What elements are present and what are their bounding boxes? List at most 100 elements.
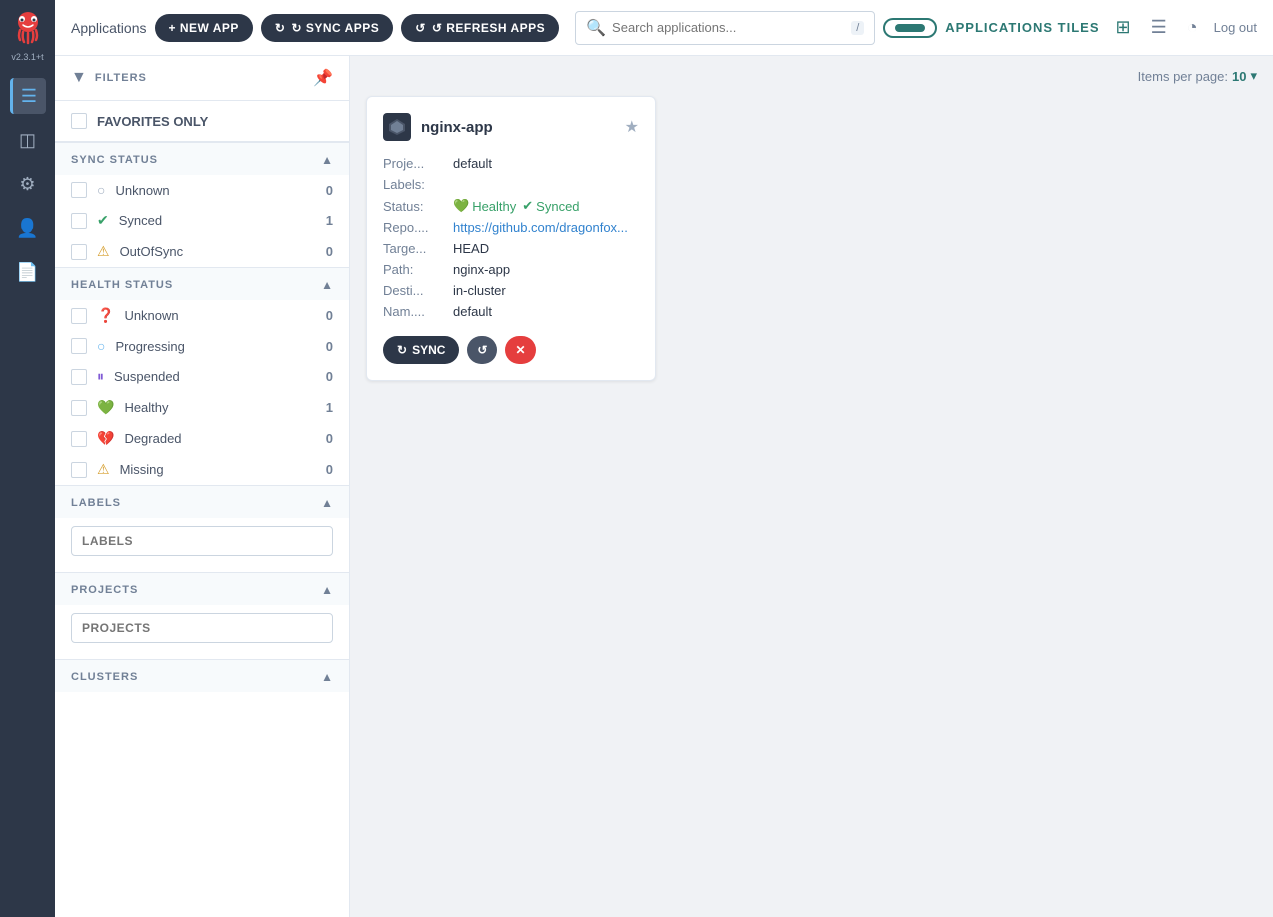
grid-view-button[interactable]: ⊞ [1112, 13, 1135, 42]
sidebar-item-layers[interactable]: ◫ [10, 122, 46, 158]
health-unknown-checkbox[interactable] [71, 308, 87, 324]
health-healthy-checkbox[interactable] [71, 400, 87, 416]
sync-synced-checkbox[interactable] [71, 213, 87, 229]
health-healthy-row: 💚 Healthy 1 [55, 392, 349, 423]
delete-button[interactable]: ✕ [505, 336, 535, 364]
card-row-labels: Labels: [383, 174, 639, 195]
sidebar: v2.3.1+t ☰ ◫ ⚙ 👤 📄 [0, 0, 55, 917]
path-val: nginx-app [453, 262, 510, 277]
card-row-path: Path: nginx-app [383, 259, 639, 280]
project-val: default [453, 156, 492, 171]
new-app-button[interactable]: + NEW APP [155, 14, 253, 42]
topbar: Applications + NEW APP ↻ ↻ SYNC APPS ↺ ↺… [55, 0, 1273, 56]
sync-unknown-checkbox[interactable] [71, 182, 87, 198]
logout-button[interactable]: Log out [1214, 20, 1257, 35]
sidebar-item-settings[interactable]: ⚙ [10, 166, 46, 202]
projects-toggle[interactable]: ▲ [321, 583, 333, 597]
labels-title: LABELS [71, 497, 121, 509]
sync-icon: ↻ [275, 21, 286, 35]
health-degraded-checkbox[interactable] [71, 431, 87, 447]
app-logo[interactable] [8, 8, 48, 48]
apps-area: Items per page: 10 ▾ [350, 56, 1273, 917]
refresh-icon: ↺ [415, 21, 426, 35]
clusters-title: CLUSTERS [71, 671, 138, 683]
sync-outofsync-row: ⚠ OutOfSync 0 [55, 236, 349, 267]
degraded-icon: 💔 [97, 430, 114, 447]
star-icon[interactable]: ★ [625, 117, 639, 137]
health-missing-count: 0 [326, 462, 333, 477]
health-status-toggle[interactable]: ▲ [321, 278, 333, 292]
sync-button[interactable]: ↻ SYNC [383, 336, 459, 364]
repo-val[interactable]: https://github.com/dragonfox... [453, 220, 628, 235]
cluster-progress-bar [895, 24, 925, 32]
sync-outofsync-count: 0 [326, 244, 333, 259]
sync-status-toggle[interactable]: ▲ [321, 153, 333, 167]
healthy-icon: 💚 [97, 399, 114, 416]
health-suspended-row: ⏸ Suspended 0 [55, 361, 349, 392]
health-missing-label: Missing [120, 462, 316, 477]
page-title: APPLICATIONS TILES [945, 20, 1099, 35]
items-per-page: Items per page: 10 ▾ [366, 68, 1257, 84]
items-per-page-value[interactable]: 10 [1232, 69, 1246, 84]
search-kbd: / [851, 21, 864, 35]
sync-btn-icon: ↻ [397, 343, 407, 357]
projects-input[interactable] [71, 613, 333, 643]
refresh-apps-button[interactable]: ↺ ↺ REFRESH APPS [401, 14, 559, 42]
sync-outofsync-label: OutOfSync [120, 244, 316, 259]
card-row-destination: Desti... in-cluster [383, 280, 639, 301]
search-input[interactable] [612, 20, 845, 35]
missing-icon: ⚠ [97, 461, 110, 478]
unknown-health-icon: ❓ [97, 307, 114, 324]
app-card-nginx: nginx-app ★ Proje... default Labels: Sta… [366, 96, 656, 381]
app-icon [383, 113, 411, 141]
labels-section-header: LABELS ▲ [55, 486, 349, 518]
cluster-button[interactable] [883, 18, 937, 38]
filters-header: ▼ FILTERS 📌 [55, 56, 349, 101]
unknown-sync-icon: ○ [97, 182, 105, 198]
app-name[interactable]: nginx-app [421, 119, 493, 136]
health-unknown-label: Unknown [124, 308, 315, 323]
health-degraded-label: Degraded [124, 431, 315, 446]
sync-outofsync-checkbox[interactable] [71, 244, 87, 260]
sidebar-item-user[interactable]: 👤 [10, 210, 46, 246]
sync-unknown-row: ○ Unknown 0 [55, 175, 349, 205]
labels-toggle[interactable]: ▲ [321, 496, 333, 510]
health-suspended-label: Suspended [114, 369, 316, 384]
health-missing-checkbox[interactable] [71, 462, 87, 478]
health-progressing-label: Progressing [115, 339, 315, 354]
sync-synced-row: ✔ Synced 1 [55, 205, 349, 236]
sidebar-item-apps[interactable]: ☰ [10, 78, 46, 114]
pin-icon[interactable]: 📌 [313, 68, 333, 88]
health-unknown-row: ❓ Unknown 0 [55, 300, 349, 331]
sidebar-item-docs[interactable]: 📄 [10, 254, 46, 290]
card-header: nginx-app ★ [383, 113, 639, 141]
clusters-toggle[interactable]: ▲ [321, 670, 333, 684]
card-row-namespace: Nam.... default [383, 301, 639, 322]
namespace-val: default [453, 304, 492, 319]
health-progressing-checkbox[interactable] [71, 338, 87, 354]
filters-label: FILTERS [95, 72, 147, 84]
favorites-label: FAVORITES ONLY [97, 114, 208, 129]
status-key: Status: [383, 199, 453, 214]
progressing-icon: ○ [97, 338, 105, 354]
target-key: Targe... [383, 241, 453, 256]
health-healthy-count: 1 [326, 400, 333, 415]
health-degraded-count: 0 [326, 431, 333, 446]
sync-status-title: SYNC STATUS [71, 154, 158, 166]
pie-chart-button[interactable]: ◔ [1183, 13, 1202, 42]
health-degraded-row: 💔 Degraded 0 [55, 423, 349, 454]
favorites-row: FAVORITES ONLY [55, 101, 349, 142]
destination-val: in-cluster [453, 283, 506, 298]
sync-synced-label: Synced [119, 213, 316, 228]
health-suspended-checkbox[interactable] [71, 369, 87, 385]
favorites-checkbox[interactable] [71, 113, 87, 129]
sync-apps-button[interactable]: ↻ ↻ SYNC APPS [261, 14, 393, 42]
health-progressing-row: ○ Progressing 0 [55, 331, 349, 361]
sync-unknown-label: Unknown [115, 183, 315, 198]
health-healthy-label: Healthy [124, 400, 315, 415]
repo-key: Repo.... [383, 220, 453, 235]
labels-input[interactable] [71, 526, 333, 556]
refresh-button[interactable]: ↺ [467, 336, 497, 364]
list-view-button[interactable]: ☰ [1147, 13, 1171, 42]
items-per-page-chevron[interactable]: ▾ [1250, 68, 1257, 84]
